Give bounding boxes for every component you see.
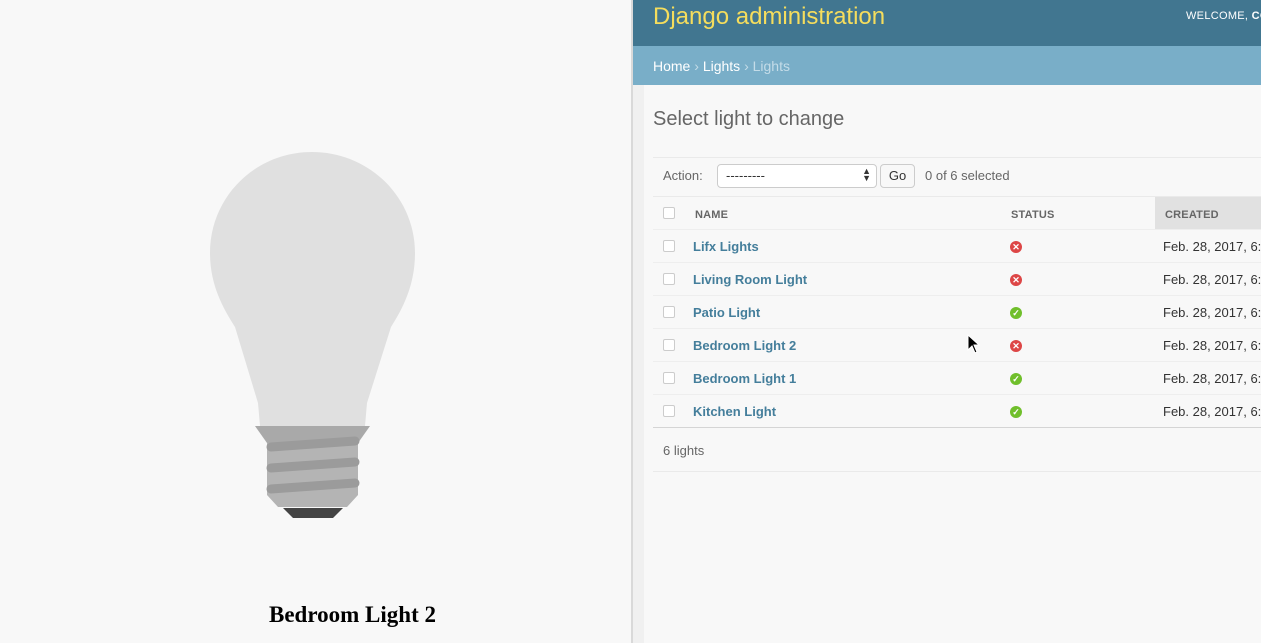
select-all-checkbox[interactable] (663, 207, 675, 219)
result-count: 6 lights (663, 443, 705, 458)
table-row: Lifx Lights ✕ Feb. 28, 2017, 6:5 (653, 230, 1261, 263)
light-name-link[interactable]: Patio Light (693, 305, 760, 320)
row-select-checkbox[interactable] (663, 240, 675, 252)
selected-light-caption: Bedroom Light 2 (269, 602, 436, 627)
screen: Bedroom Light 2 Django administration WE… (0, 0, 1261, 643)
created-date: Feb. 28, 2017, 6:5 (1163, 338, 1261, 353)
user-tools: WELCOME, CO (1186, 10, 1261, 22)
page-title: Select light to change (653, 108, 845, 130)
status-on-icon: ✓ (1010, 373, 1022, 385)
action-select-value: --------- (726, 168, 765, 183)
row-select-checkbox[interactable] (663, 273, 675, 285)
selected-count: 0 of 6 selected (925, 168, 1010, 183)
username: CO (1251, 10, 1261, 22)
column-header-created[interactable]: CREATED (1165, 209, 1219, 221)
django-admin-pane: Django administration WELCOME, CO Home ›… (633, 0, 1261, 643)
table-header-row: NAME STATUS CREATED (653, 197, 1261, 230)
content-gutter (633, 85, 644, 643)
created-date: Feb. 28, 2017, 6:5 (1163, 272, 1261, 287)
light-name-link[interactable]: Living Room Light (693, 272, 807, 287)
breadcrumb: Home › Lights › Lights (633, 46, 1261, 85)
table-body: Lifx Lights ✕ Feb. 28, 2017, 6:5 Living Roo… (653, 230, 1261, 428)
result-list-table: NAME STATUS CREATED Lifx Lights ✕ Feb. 28,… (653, 197, 1261, 428)
action-select[interactable]: --------- ▲ ▼ (717, 164, 877, 188)
light-name-link[interactable]: Bedroom Light 1 (693, 371, 796, 386)
breadcrumb-separator: › (694, 58, 699, 74)
breadcrumb-app-link[interactable]: Lights (703, 58, 740, 74)
light-name-link[interactable]: Kitchen Light (693, 404, 776, 419)
light-preview-pane: Bedroom Light 2 (0, 0, 631, 643)
created-date: Feb. 28, 2017, 6:5 (1163, 371, 1261, 386)
created-date: Feb. 28, 2017, 6:5 (1163, 404, 1261, 419)
table-row: Bedroom Light 2 ✕ Feb. 28, 2017, 6:5 (653, 329, 1261, 362)
row-select-checkbox[interactable] (663, 372, 675, 384)
breadcrumb-home-link[interactable]: Home (653, 58, 690, 74)
breadcrumb-separator: › (744, 58, 749, 74)
go-button[interactable]: Go (880, 164, 915, 188)
lightbulb-icon (210, 152, 415, 518)
actions-bar: Action: --------- ▲ ▼ Go 0 of 6 selected (653, 157, 1261, 197)
table-row: Bedroom Light 1 ✓ Feb. 28, 2017, 6:5 (653, 362, 1261, 395)
status-off-icon: ✕ (1010, 340, 1022, 352)
site-branding[interactable]: Django administration (653, 3, 885, 31)
select-arrows-icon: ▲ ▼ (862, 166, 871, 183)
created-date: Feb. 28, 2017, 6:5 (1163, 239, 1261, 254)
admin-header: Django administration WELCOME, CO (633, 0, 1261, 46)
light-name-link[interactable]: Lifx Lights (693, 239, 759, 254)
status-on-icon: ✓ (1010, 307, 1022, 319)
light-name-link[interactable]: Bedroom Light 2 (693, 338, 796, 353)
status-on-icon: ✓ (1010, 406, 1022, 418)
table-row: Living Room Light ✕ Feb. 28, 2017, 6:5 (653, 263, 1261, 296)
status-off-icon: ✕ (1010, 241, 1022, 253)
column-header-name[interactable]: NAME (695, 209, 728, 221)
status-off-icon: ✕ (1010, 274, 1022, 286)
row-select-checkbox[interactable] (663, 339, 675, 351)
row-select-checkbox[interactable] (663, 306, 675, 318)
mouse-pointer-icon (967, 334, 981, 354)
row-select-checkbox[interactable] (663, 405, 675, 417)
breadcrumb-current: Lights (752, 58, 790, 74)
paginator: 6 lights (653, 429, 1261, 472)
table-row: Kitchen Light ✓ Feb. 28, 2017, 6:5 (653, 395, 1261, 428)
table-row: Patio Light ✓ Feb. 28, 2017, 6:5 (653, 296, 1261, 329)
welcome-text: WELCOME, (1186, 10, 1249, 22)
created-date: Feb. 28, 2017, 6:5 (1163, 305, 1261, 320)
column-header-status[interactable]: STATUS (1011, 209, 1055, 221)
table-bottom-border (653, 427, 1261, 428)
action-label: Action: (663, 168, 703, 183)
